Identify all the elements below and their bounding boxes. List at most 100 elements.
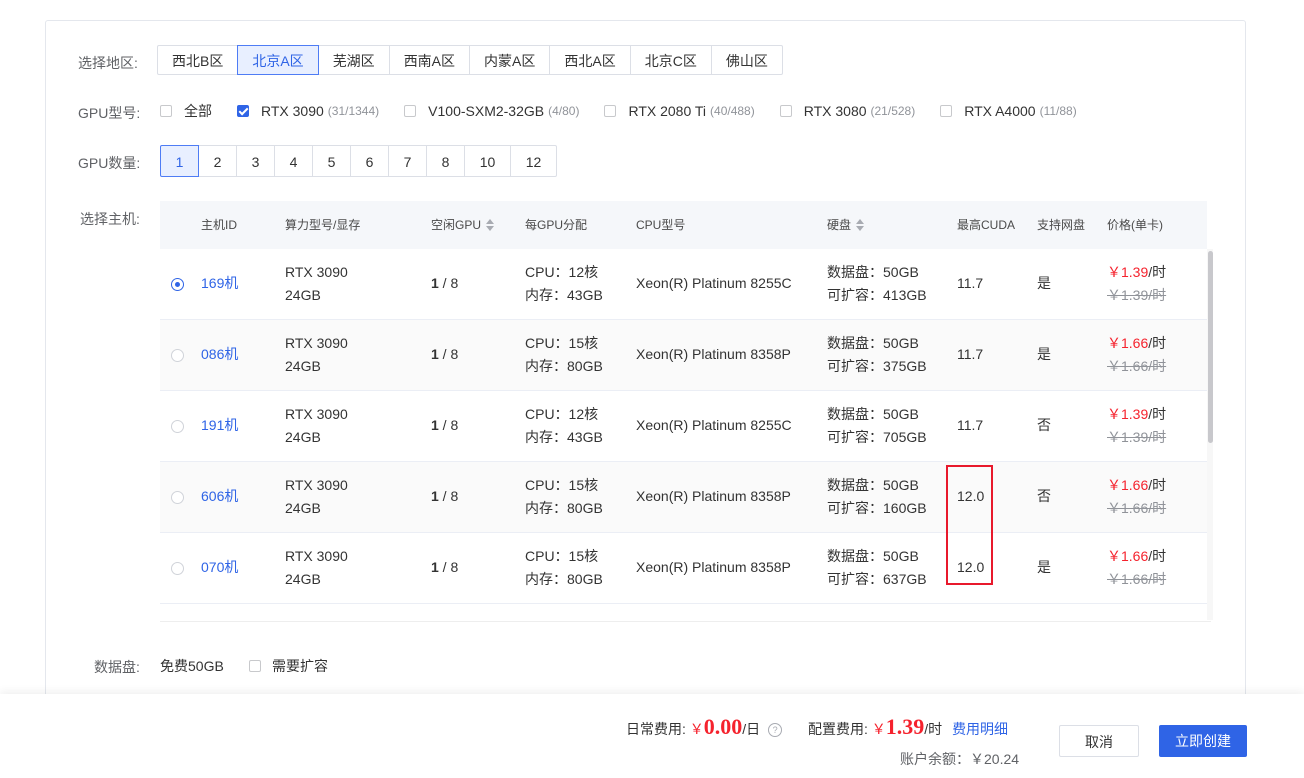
table-row[interactable]: 086机 RTX 3090 24GB 1 / 8 CPU：15核 内存：80GB Xeon(… (160, 320, 1207, 391)
header-per-gpu: 每GPU分配 (525, 218, 588, 232)
gpu-model-checkbox[interactable]: RTX A4000 (11/88) (940, 103, 1077, 119)
gpu-count-selector: 1 2 3 4 5 6 7 8 10 12 (160, 145, 557, 177)
region-option[interactable]: 西北B区 (157, 45, 239, 75)
region-option[interactable]: 西北A区 (549, 45, 631, 75)
region-option[interactable]: 芜湖区 (317, 45, 390, 75)
checkbox-box[interactable] (237, 105, 249, 117)
per-gpu-allocation: CPU：15核 内存：80GB (525, 477, 603, 516)
config-cost: 配置费用: ￥1.39/时 费用明细 (808, 714, 1008, 740)
cost-detail-link[interactable]: 费用明细 (952, 721, 1008, 737)
account-balance: 账户余额：￥20.24 (900, 751, 1020, 767)
checkbox-box[interactable] (779, 105, 792, 117)
region-option[interactable]: 内蒙A区 (469, 45, 551, 75)
table-row[interactable]: 191机 RTX 3090 24GB 1 / 8 CPU：12核 内存：43GB Xeon(… (160, 391, 1207, 462)
host-radio[interactable] (171, 278, 184, 291)
host-radio[interactable] (171, 491, 184, 504)
table-row[interactable]: 606机 RTX 3090 24GB 1 / 8 CPU：15核 内存：80GB Xeon(… (160, 462, 1207, 533)
cpu-model: Xeon(R) Platinum 8255C (636, 417, 792, 433)
sort-icon[interactable] (856, 218, 865, 231)
gpu-model-label: GPU型号: (78, 105, 141, 121)
cancel-button[interactable]: 取消 (1059, 725, 1139, 757)
expand-disk-checkbox[interactable]: 需要扩容 (249, 656, 328, 676)
config-cost-value: 1.39 (885, 714, 925, 739)
disk-info: 数据盘：50GB 可扩容：637GB (827, 548, 927, 587)
host-radio[interactable] (171, 349, 184, 362)
gpu-count-option[interactable]: 12 (510, 145, 557, 177)
region-option[interactable]: 北京A区 (237, 45, 319, 75)
host-id-link[interactable]: 070机 (201, 556, 238, 579)
netdisk-support: 否 (1037, 488, 1051, 504)
header-gpu-model: 算力型号/显存 (285, 218, 361, 232)
netdisk-support: 否 (1037, 417, 1051, 433)
netdisk-support: 是 (1037, 559, 1051, 575)
gpu-count-option[interactable]: 4 (274, 145, 313, 177)
daily-cost-currency: ￥ (689, 721, 704, 737)
host-radio[interactable] (171, 420, 184, 433)
config-cost-unit: /时 (924, 721, 943, 737)
table-scrollbar-thumb[interactable] (1208, 251, 1213, 443)
netdisk-support: 是 (1037, 346, 1051, 362)
gpu-model-checkbox[interactable]: 全部 (160, 101, 212, 121)
host-id-link[interactable]: 086机 (201, 343, 238, 366)
create-button[interactable]: 立即创建 (1159, 725, 1247, 757)
gpu-count-option[interactable]: 6 (350, 145, 389, 177)
per-gpu-allocation: CPU：12核 内存：43GB (525, 264, 603, 303)
config-cost-currency: ￥ (871, 721, 886, 737)
gpu-model-availability: (40/488) (710, 104, 755, 118)
gpu-model-checkbox[interactable]: V100-SXM2-32GB (4/80) (404, 103, 579, 119)
region-selector: 西北B区 北京A区 芜湖区 西南A区 内蒙A区 西北A区 北京C区 佛山区 (157, 45, 783, 75)
host-id-link[interactable]: 191机 (201, 414, 238, 437)
cuda-version: 11.7 (957, 346, 984, 362)
disk-info: 数据盘：50GB 可扩容：413GB (827, 264, 927, 303)
header-disk[interactable]: 硬盘 (827, 201, 865, 249)
header-cpu: CPU型号 (636, 218, 686, 232)
region-option[interactable]: 佛山区 (710, 45, 783, 75)
gpu-count-option[interactable]: 3 (236, 145, 275, 177)
cuda-version: 11.7 (957, 417, 984, 433)
help-icon[interactable]: ? (768, 723, 783, 737)
config-cost-label: 配置费用: (808, 721, 868, 737)
checkbox-box[interactable] (249, 660, 261, 672)
region-option[interactable]: 西南A区 (388, 45, 471, 75)
table-row[interactable]: 169机 RTX 3090 24GB 1 / 8 CPU：12核 内存：43GB Xeon(… (160, 249, 1207, 320)
sort-icon[interactable] (486, 218, 495, 231)
checkbox-box[interactable] (940, 105, 953, 117)
checkbox-box[interactable] (160, 105, 172, 117)
gpu-model-availability: (4/80) (548, 104, 580, 118)
gpu-model-checkbox[interactable]: RTX 3090 (31/1344) (237, 103, 379, 119)
gpu-model-name: 全部 (184, 103, 212, 119)
gpu-count-option[interactable]: 1 (160, 145, 199, 177)
gpu-model-checkbox[interactable]: RTX 3080 (21/528) (779, 103, 915, 119)
gpu-count-option[interactable]: 7 (388, 145, 427, 177)
gpu-model-checkbox[interactable]: RTX 2080 Ti (40/488) (604, 103, 755, 119)
gpu-spec: RTX 3090 24GB (285, 406, 348, 445)
region-option[interactable]: 北京C区 (629, 45, 712, 75)
daily-cost: 日常费用: ￥0.00/日? (626, 714, 783, 740)
cpu-model: Xeon(R) Platinum 8255C (636, 275, 792, 291)
header-free-gpu[interactable]: 空闲GPU (431, 201, 495, 249)
header-price: 价格(单卡) (1107, 218, 1163, 232)
price: ￥1.39/时 ￥1.39/时 (1107, 406, 1167, 445)
header-netdisk: 支持网盘 (1037, 218, 1086, 232)
gpu-count-option[interactable]: 8 (426, 145, 465, 177)
gpu-count-option[interactable]: 2 (198, 145, 237, 177)
host-id-link[interactable]: 169机 (201, 272, 238, 295)
host-table: 主机ID 算力型号/显存 空闲GPU 每GPU分配 CPU型号 硬盘 最高CUD… (160, 201, 1211, 622)
gpu-count-option[interactable]: 10 (464, 145, 511, 177)
host-id-link[interactable]: 606机 (201, 485, 238, 508)
gpu-model-name: V100-SXM2-32GB (428, 103, 545, 119)
gpu-model-name: RTX A4000 (964, 103, 1036, 119)
table-header: 主机ID 算力型号/显存 空闲GPU 每GPU分配 CPU型号 硬盘 最高CUD… (160, 201, 1207, 249)
host-radio[interactable] (171, 562, 184, 575)
disk-info: 数据盘：50GB 可扩容：160GB (827, 477, 927, 516)
gpu-count-option[interactable]: 5 (312, 145, 351, 177)
cpu-model: Xeon(R) Platinum 8358P (636, 346, 791, 362)
checkbox-box[interactable] (404, 105, 417, 117)
gpu-model-availability: (11/88) (1039, 104, 1077, 118)
free-gpu: 1 / 8 (431, 346, 459, 362)
table-row[interactable]: 070机 RTX 3090 24GB 1 / 8 CPU：15核 内存：80GB Xeon(… (160, 533, 1207, 604)
checkbox-box[interactable] (604, 105, 617, 117)
free-gpu: 1 / 8 (431, 417, 459, 433)
header-host-id: 主机ID (201, 218, 238, 232)
per-gpu-allocation: CPU：15核 内存：80GB (525, 335, 603, 374)
